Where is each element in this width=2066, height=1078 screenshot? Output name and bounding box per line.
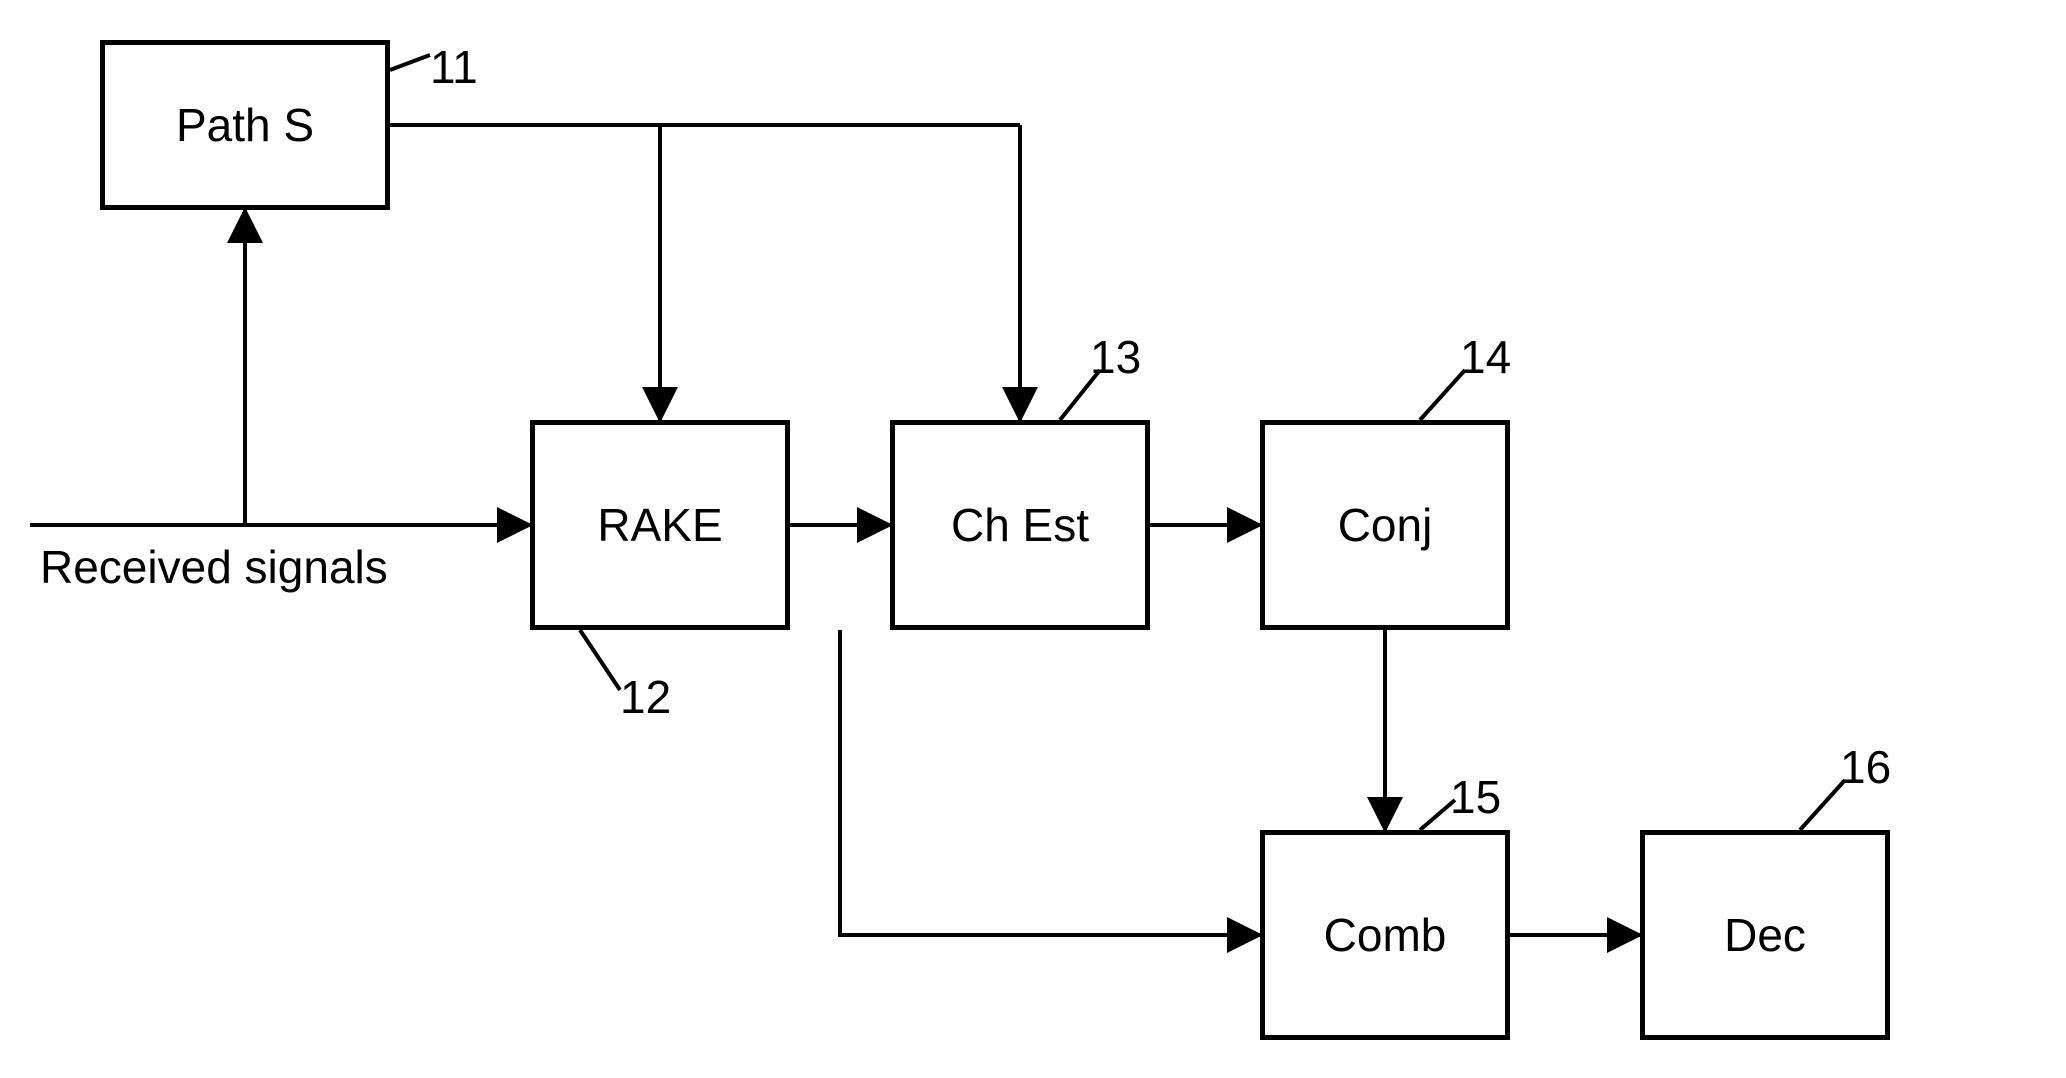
leader-14 xyxy=(1420,370,1465,420)
leader-13 xyxy=(1060,370,1100,420)
leader-15 xyxy=(1420,800,1455,830)
block-diagram: Path S RAKE Ch Est Conj Comb Dec Receive… xyxy=(0,0,2066,1078)
leader-11 xyxy=(390,55,430,70)
wires xyxy=(0,0,2066,1078)
leader-12 xyxy=(580,630,620,690)
wire-rake-comb xyxy=(840,630,1260,935)
leader-16 xyxy=(1800,780,1845,830)
